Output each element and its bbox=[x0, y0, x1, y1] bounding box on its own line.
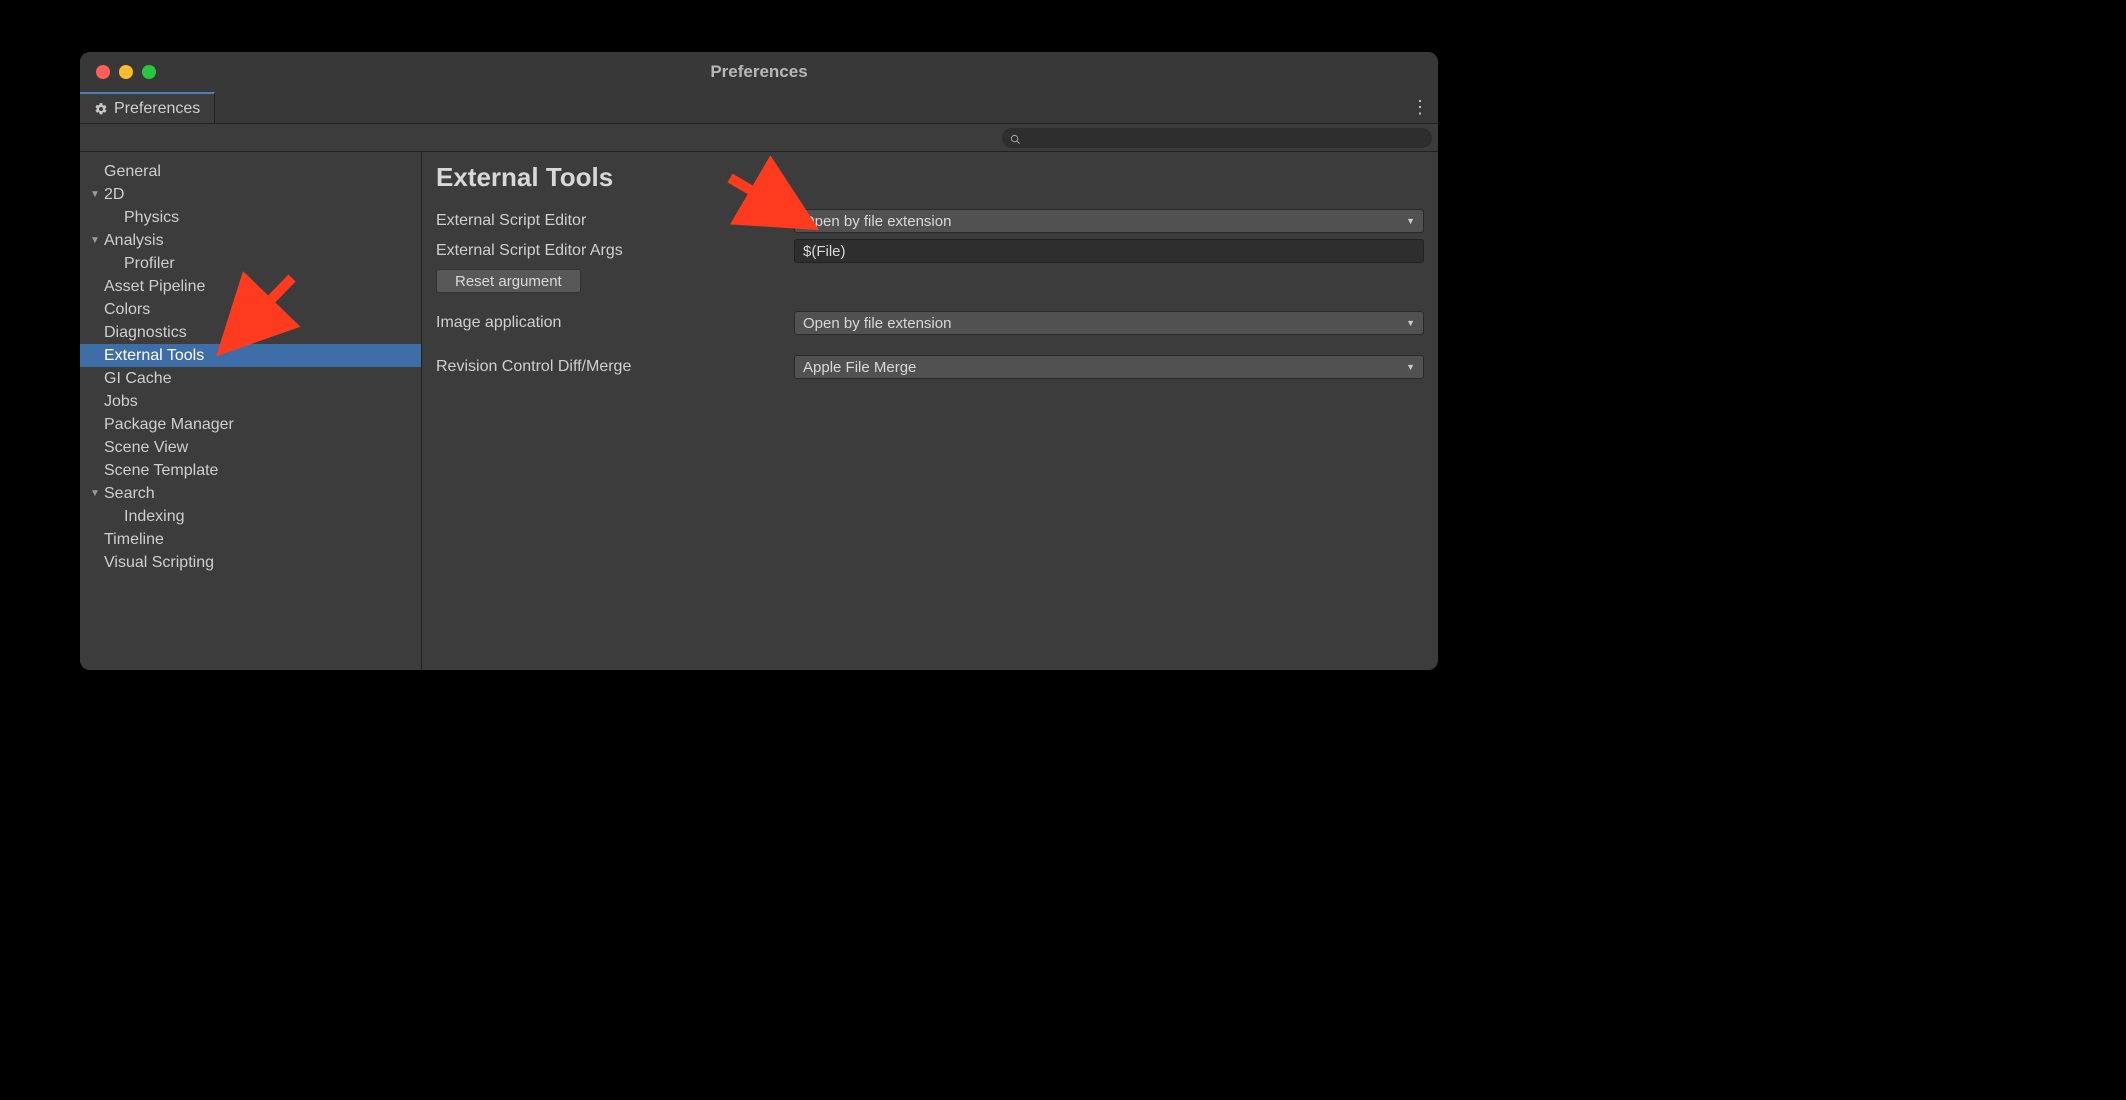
search-input[interactable] bbox=[1027, 131, 1424, 145]
preferences-sidebar: General▼2DPhysics▼AnalysisProfilerAsset … bbox=[80, 152, 422, 670]
sidebar-item-label: External Tools bbox=[104, 347, 204, 365]
search-icon bbox=[1010, 132, 1021, 143]
sidebar-item-label: Timeline bbox=[104, 531, 164, 549]
sidebar-item-gi-cache[interactable]: GI Cache bbox=[80, 367, 421, 390]
external-script-editor-label: External Script Editor bbox=[436, 212, 786, 230]
window-title: Preferences bbox=[710, 62, 807, 82]
reset-argument-button[interactable]: Reset argument bbox=[436, 269, 581, 293]
sidebar-item-label: Search bbox=[104, 485, 155, 503]
sidebar-item-label: Asset Pipeline bbox=[104, 278, 205, 296]
tab-preferences[interactable]: Preferences bbox=[80, 92, 215, 123]
image-application-row: Image application Open by file extension… bbox=[436, 311, 1424, 335]
search-box[interactable] bbox=[1002, 128, 1432, 148]
titlebar: Preferences bbox=[80, 52, 1438, 92]
preferences-window: Preferences Preferences ⋮ General▼2DPhys… bbox=[80, 52, 1438, 670]
sidebar-item-scene-template[interactable]: Scene Template bbox=[80, 459, 421, 482]
sidebar-item-profiler[interactable]: Profiler bbox=[80, 252, 421, 275]
tab-bar: Preferences ⋮ bbox=[80, 92, 1438, 124]
disclosure-triangle-icon[interactable]: ▼ bbox=[90, 189, 102, 200]
disclosure-triangle-icon[interactable]: ▼ bbox=[90, 235, 102, 246]
sidebar-item-label: Visual Scripting bbox=[104, 554, 214, 572]
chevron-down-icon: ▼ bbox=[1406, 318, 1415, 328]
sidebar-item-label: Scene Template bbox=[104, 462, 218, 480]
external-script-editor-args-row: External Script Editor Args bbox=[436, 239, 1424, 263]
sidebar-item-indexing[interactable]: Indexing bbox=[80, 505, 421, 528]
panel-heading: External Tools bbox=[436, 162, 1424, 193]
revision-control-label: Revision Control Diff/Merge bbox=[436, 358, 786, 376]
revision-control-row: Revision Control Diff/Merge Apple File M… bbox=[436, 355, 1424, 379]
external-script-editor-row: External Script Editor Open by file exte… bbox=[436, 209, 1424, 233]
sidebar-item-label: Colors bbox=[104, 301, 150, 319]
sidebar-item-search[interactable]: ▼Search bbox=[80, 482, 421, 505]
chevron-down-icon: ▼ bbox=[1406, 362, 1415, 372]
sidebar-item-colors[interactable]: Colors bbox=[80, 298, 421, 321]
chevron-down-icon: ▼ bbox=[1406, 216, 1415, 226]
sidebar-item-label: 2D bbox=[104, 186, 124, 204]
dropdown-value: Open by file extension bbox=[803, 315, 951, 332]
sidebar-item-scene-view[interactable]: Scene View bbox=[80, 436, 421, 459]
tab-label: Preferences bbox=[114, 100, 200, 118]
sidebar-item-label: Indexing bbox=[124, 508, 185, 526]
sidebar-item-label: Jobs bbox=[104, 393, 138, 411]
content-area: General▼2DPhysics▼AnalysisProfilerAsset … bbox=[80, 152, 1438, 670]
close-button[interactable] bbox=[96, 65, 110, 79]
external-script-editor-dropdown[interactable]: Open by file extension ▼ bbox=[794, 209, 1424, 233]
disclosure-triangle-icon[interactable]: ▼ bbox=[90, 488, 102, 499]
sidebar-item-label: General bbox=[104, 163, 161, 181]
sidebar-item-analysis[interactable]: ▼Analysis bbox=[80, 229, 421, 252]
sidebar-item-package-manager[interactable]: Package Manager bbox=[80, 413, 421, 436]
sidebar-item-general[interactable]: General bbox=[80, 160, 421, 183]
dropdown-value: Open by file extension bbox=[803, 213, 951, 230]
sidebar-item-label: Diagnostics bbox=[104, 324, 187, 342]
minimize-button[interactable] bbox=[119, 65, 133, 79]
reset-argument-row: Reset argument bbox=[436, 269, 1424, 293]
external-script-editor-args-label: External Script Editor Args bbox=[436, 242, 786, 260]
image-application-label: Image application bbox=[436, 314, 786, 332]
sidebar-item-asset-pipeline[interactable]: Asset Pipeline bbox=[80, 275, 421, 298]
sidebar-item-label: Package Manager bbox=[104, 416, 234, 434]
external-script-editor-args-input[interactable] bbox=[794, 239, 1424, 263]
sidebar-item-label: Analysis bbox=[104, 232, 164, 250]
tab-more-button[interactable]: ⋮ bbox=[1408, 92, 1432, 123]
sidebar-item-label: Physics bbox=[124, 209, 179, 227]
sidebar-item-diagnostics[interactable]: Diagnostics bbox=[80, 321, 421, 344]
image-application-dropdown[interactable]: Open by file extension ▼ bbox=[794, 311, 1424, 335]
sidebar-item-visual-scripting[interactable]: Visual Scripting bbox=[80, 551, 421, 574]
sidebar-item-label: Profiler bbox=[124, 255, 175, 273]
maximize-button[interactable] bbox=[142, 65, 156, 79]
sidebar-item-physics[interactable]: Physics bbox=[80, 206, 421, 229]
dropdown-value: Apple File Merge bbox=[803, 359, 916, 376]
sidebar-item-timeline[interactable]: Timeline bbox=[80, 528, 421, 551]
gear-icon bbox=[94, 102, 108, 116]
preferences-main-panel: External Tools External Script Editor Op… bbox=[422, 152, 1438, 670]
sidebar-item-2d[interactable]: ▼2D bbox=[80, 183, 421, 206]
window-controls bbox=[80, 65, 156, 79]
sidebar-item-jobs[interactable]: Jobs bbox=[80, 390, 421, 413]
revision-control-dropdown[interactable]: Apple File Merge ▼ bbox=[794, 355, 1424, 379]
search-row bbox=[80, 124, 1438, 152]
sidebar-item-external-tools[interactable]: External Tools bbox=[80, 344, 421, 367]
sidebar-item-label: GI Cache bbox=[104, 370, 172, 388]
sidebar-item-label: Scene View bbox=[104, 439, 188, 457]
